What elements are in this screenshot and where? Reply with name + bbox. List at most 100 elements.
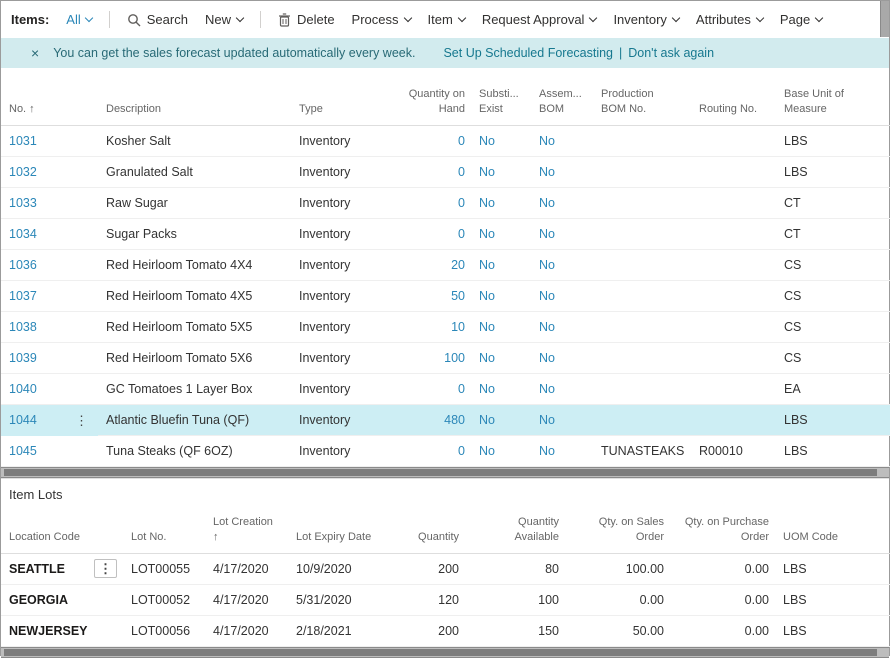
item-no-cell[interactable]: 1037 <box>1 280 98 311</box>
menu-request-approval[interactable]: Request Approval <box>482 12 597 27</box>
delete-button[interactable]: Delete <box>278 12 335 27</box>
item-no-cell[interactable]: 1032 <box>1 156 98 187</box>
lot-qty-sales-order-cell[interactable]: 50.00 <box>565 616 670 647</box>
lot-qty-purchase-order-cell[interactable]: 0.00 <box>670 553 775 585</box>
lot-location-cell[interactable]: GEORGIA <box>1 585 123 616</box>
item-description-cell[interactable]: Atlantic Bluefin Tuna (QF) <box>98 404 291 436</box>
item-base-uom-cell[interactable]: CT <box>776 218 890 249</box>
item-qty-on-hand-cell[interactable]: 50 <box>373 280 471 311</box>
item-type-cell[interactable]: Inventory <box>291 125 373 156</box>
item-base-uom-cell[interactable]: LBS <box>776 404 890 436</box>
item-no-cell[interactable]: 1045 <box>1 436 98 467</box>
item-no-cell[interactable]: 1031 <box>1 125 98 156</box>
item-assembly-bom-cell[interactable]: No <box>531 373 593 404</box>
col-header-lot-no[interactable]: Lot No. <box>123 505 205 553</box>
item-substitutes-exist-cell[interactable]: No <box>471 187 531 218</box>
item-no-cell[interactable]: 1033 <box>1 187 98 218</box>
item-substitutes-exist-cell[interactable]: No <box>471 218 531 249</box>
lot-qty-sales-order-cell[interactable]: 0.00 <box>565 585 670 616</box>
item-routing-no-cell[interactable] <box>691 125 776 156</box>
item-production-bom-cell[interactable] <box>593 404 691 436</box>
item-row[interactable]: 1044⋮Atlantic Bluefin Tuna (QF)Inventory… <box>1 404 890 436</box>
item-assembly-bom-cell[interactable]: No <box>531 249 593 280</box>
item-production-bom-cell[interactable] <box>593 311 691 342</box>
item-row[interactable]: 1036Red Heirloom Tomato 4X4Inventory20No… <box>1 249 890 280</box>
item-row[interactable]: 1032Granulated SaltInventory0NoNoLBS <box>1 156 890 187</box>
row-context-menu-icon[interactable]: ⋮ <box>94 559 117 578</box>
new-menu[interactable]: New <box>205 12 243 27</box>
item-assembly-bom-cell[interactable]: No <box>531 311 593 342</box>
item-row[interactable]: 1045Tuna Steaks (QF 6OZ)Inventory0NoNoTU… <box>1 436 890 467</box>
item-substitutes-exist-cell[interactable]: No <box>471 156 531 187</box>
item-no-cell[interactable]: 1036 <box>1 249 98 280</box>
item-qty-on-hand-cell[interactable]: 0 <box>373 218 471 249</box>
item-assembly-bom-cell[interactable]: No <box>531 436 593 467</box>
lot-row[interactable]: NEWJERSEYLOT000564/17/20202/18/202120015… <box>1 616 890 647</box>
col-header-quantity[interactable]: Quantity <box>393 505 465 553</box>
lot-location-cell[interactable]: SEATTLE⋮ <box>1 554 123 585</box>
item-no-cell[interactable]: 1038 <box>1 311 98 342</box>
lot-creation-cell[interactable]: 4/17/2020 <box>205 553 288 585</box>
item-base-uom-cell[interactable]: CT <box>776 187 890 218</box>
item-qty-on-hand-cell[interactable]: 0 <box>373 156 471 187</box>
item-assembly-bom-cell[interactable]: No <box>531 156 593 187</box>
item-qty-on-hand-cell[interactable]: 20 <box>373 249 471 280</box>
item-description-cell[interactable]: GC Tomatoes 1 Layer Box <box>98 373 291 404</box>
item-base-uom-cell[interactable]: CS <box>776 342 890 373</box>
item-assembly-bom-cell[interactable]: No <box>531 218 593 249</box>
search-button[interactable]: Search <box>127 12 188 27</box>
lot-qty-available-cell[interactable]: 100 <box>465 585 565 616</box>
item-row[interactable]: 1040GC Tomatoes 1 Layer BoxInventory0NoN… <box>1 373 890 404</box>
lot-creation-cell[interactable]: 4/17/2020 <box>205 616 288 647</box>
lot-qty-sales-order-cell[interactable]: 100.00 <box>565 553 670 585</box>
lot-qty-purchase-order-cell[interactable]: 0.00 <box>670 585 775 616</box>
item-routing-no-cell[interactable] <box>691 249 776 280</box>
col-header-location-code[interactable]: Location Code <box>1 505 123 553</box>
menu-process[interactable]: Process <box>352 12 411 27</box>
lot-row[interactable]: GEORGIALOT000524/17/20205/31/20201201000… <box>1 585 890 616</box>
col-header-lot-expiry-date[interactable]: Lot Expiry Date <box>288 505 393 553</box>
lot-expiry-cell[interactable]: 10/9/2020 <box>288 553 393 585</box>
item-substitutes-exist-cell[interactable]: No <box>471 436 531 467</box>
item-no-cell[interactable]: 1034 <box>1 218 98 249</box>
item-substitutes-exist-cell[interactable]: No <box>471 342 531 373</box>
item-type-cell[interactable]: Inventory <box>291 187 373 218</box>
item-qty-on-hand-cell[interactable]: 0 <box>373 125 471 156</box>
item-substitutes-exist-cell[interactable]: No <box>471 404 531 436</box>
lot-expiry-cell[interactable]: 2/18/2021 <box>288 616 393 647</box>
filter-all-dropdown[interactable]: All <box>66 12 91 27</box>
item-description-cell[interactable]: Red Heirloom Tomato 4X4 <box>98 249 291 280</box>
item-production-bom-cell[interactable] <box>593 125 691 156</box>
item-routing-no-cell[interactable] <box>691 404 776 436</box>
item-type-cell[interactable]: Inventory <box>291 404 373 436</box>
horizontal-scrollbar[interactable] <box>1 467 889 478</box>
item-qty-on-hand-cell[interactable]: 0 <box>373 187 471 218</box>
item-row[interactable]: 1038Red Heirloom Tomato 5X5Inventory10No… <box>1 311 890 342</box>
lot-creation-cell[interactable]: 4/17/2020 <box>205 585 288 616</box>
col-header-quantity-available[interactable]: Quantity Available <box>465 505 565 553</box>
lot-uom-cell[interactable]: LBS <box>775 553 890 585</box>
lot-no-cell[interactable]: LOT00052 <box>123 585 205 616</box>
item-type-cell[interactable]: Inventory <box>291 218 373 249</box>
col-header-description[interactable]: Description <box>98 68 291 125</box>
item-assembly-bom-cell[interactable]: No <box>531 187 593 218</box>
lot-quantity-cell[interactable]: 200 <box>393 616 465 647</box>
close-icon[interactable]: × <box>31 46 39 60</box>
lot-qty-purchase-order-cell[interactable]: 0.00 <box>670 616 775 647</box>
item-type-cell[interactable]: Inventory <box>291 156 373 187</box>
col-header-uom-code[interactable]: UOM Code <box>775 505 890 553</box>
item-routing-no-cell[interactable] <box>691 187 776 218</box>
item-row[interactable]: 1033Raw SugarInventory0NoNoCT <box>1 187 890 218</box>
item-routing-no-cell[interactable] <box>691 311 776 342</box>
item-base-uom-cell[interactable]: LBS <box>776 156 890 187</box>
item-description-cell[interactable]: Granulated Salt <box>98 156 291 187</box>
item-description-cell[interactable]: Kosher Salt <box>98 125 291 156</box>
item-type-cell[interactable]: Inventory <box>291 342 373 373</box>
row-context-menu-icon[interactable]: ⋮ <box>71 412 92 429</box>
item-assembly-bom-cell[interactable]: No <box>531 280 593 311</box>
col-header-lot-creation[interactable]: Lot Creation ↑ <box>205 505 288 553</box>
item-base-uom-cell[interactable]: LBS <box>776 125 890 156</box>
item-description-cell[interactable]: Red Heirloom Tomato 5X5 <box>98 311 291 342</box>
lot-no-cell[interactable]: LOT00055 <box>123 553 205 585</box>
col-header-routing-no[interactable]: Routing No. <box>691 68 776 125</box>
